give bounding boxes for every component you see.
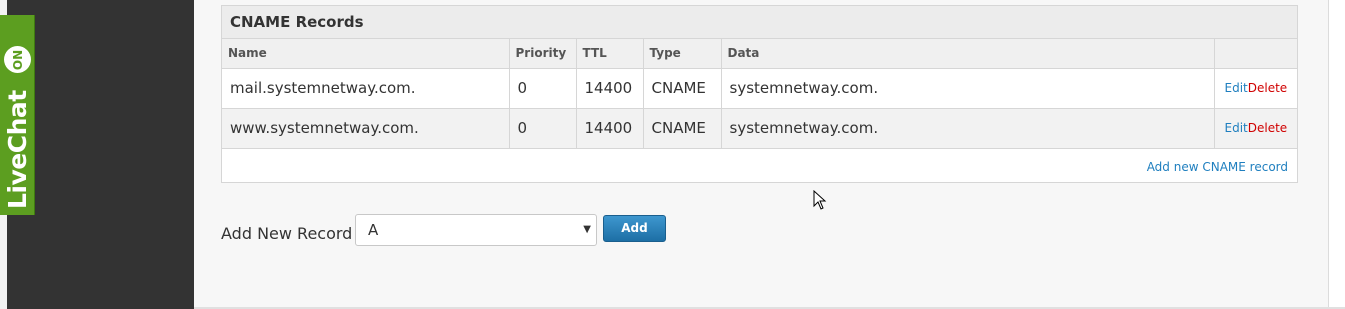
table-row: www.systemnetway.com. 0 14400 CNAME syst… bbox=[222, 108, 1297, 149]
record-type-cell: CNAME bbox=[643, 68, 722, 109]
record-ttl-cell: 14400 bbox=[576, 68, 644, 109]
record-type-cell: CNAME bbox=[643, 108, 722, 149]
dropdown-arrow-icon: ▼ bbox=[583, 224, 591, 235]
add-cname-record-link[interactable]: Add new CNAME record bbox=[1147, 160, 1288, 174]
record-type-select[interactable]: A ▼ bbox=[355, 214, 597, 246]
livechat-status-text: ON bbox=[10, 49, 25, 70]
record-actions-cell: EditDelete bbox=[1214, 68, 1297, 109]
edit-record-link[interactable]: Edit bbox=[1225, 121, 1248, 135]
left-sidebar bbox=[7, 0, 194, 309]
cname-records-panel: CNAME Records Name Priority TTL Type Dat… bbox=[221, 5, 1298, 183]
column-header-ttl: TTL bbox=[576, 39, 644, 69]
record-data-cell: systemnetway.com. bbox=[721, 108, 1215, 149]
record-priority-cell: 0 bbox=[509, 108, 577, 149]
column-header-type: Type bbox=[643, 39, 722, 69]
mouse-cursor-icon bbox=[813, 190, 827, 210]
edit-record-link[interactable]: Edit bbox=[1225, 81, 1248, 95]
column-header-actions bbox=[1214, 39, 1297, 69]
record-name-cell: mail.systemnetway.com. bbox=[222, 68, 510, 109]
right-scroll-gutter bbox=[1328, 0, 1345, 309]
record-type-selected-value: A bbox=[368, 221, 379, 239]
cname-records-table: Name Priority TTL Type Data mail.systemn… bbox=[222, 39, 1297, 149]
table-row: mail.systemnetway.com. 0 14400 CNAME sys… bbox=[222, 68, 1297, 109]
add-new-record-label: Add New Record bbox=[221, 224, 353, 243]
delete-record-link[interactable]: Delete bbox=[1248, 81, 1287, 95]
column-header-data: Data bbox=[721, 39, 1215, 69]
column-header-name: Name bbox=[222, 39, 510, 69]
record-ttl-cell: 14400 bbox=[576, 108, 644, 149]
livechat-label: LiveChat bbox=[3, 90, 32, 209]
cname-records-title: CNAME Records bbox=[222, 6, 1297, 39]
record-priority-cell: 0 bbox=[509, 68, 577, 109]
column-header-priority: Priority bbox=[509, 39, 577, 69]
livechat-tab[interactable]: ON LiveChat bbox=[0, 15, 35, 215]
table-header-row: Name Priority TTL Type Data bbox=[222, 39, 1297, 69]
livechat-status-badge: ON bbox=[4, 46, 31, 73]
record-data-cell: systemnetway.com. bbox=[721, 68, 1215, 109]
add-record-button[interactable]: Add bbox=[603, 215, 666, 242]
record-name-cell: www.systemnetway.com. bbox=[222, 108, 510, 149]
delete-record-link[interactable]: Delete bbox=[1248, 121, 1287, 135]
add-cname-row: Add new CNAME record bbox=[222, 149, 1297, 182]
record-actions-cell: EditDelete bbox=[1214, 108, 1297, 149]
